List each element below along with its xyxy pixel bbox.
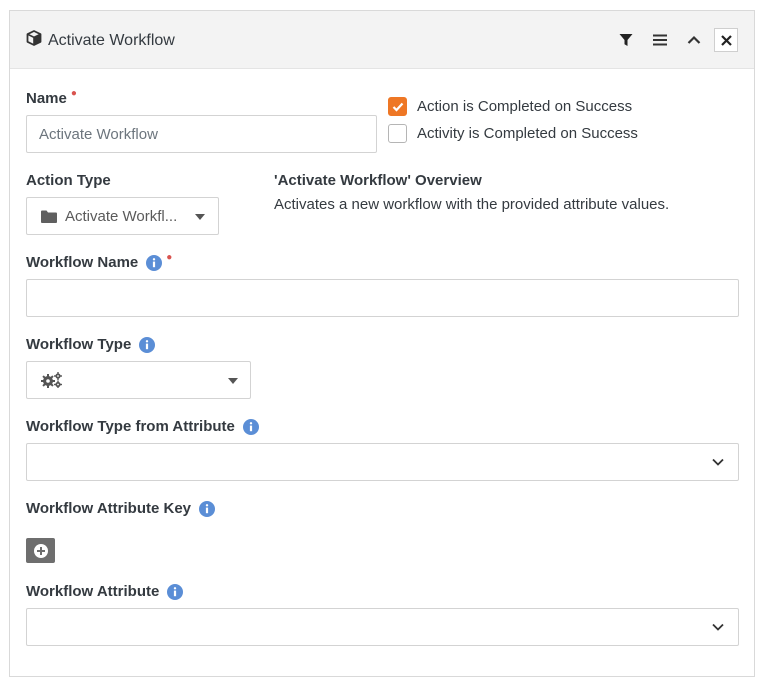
workflow-attribute-select[interactable] [26,608,739,646]
close-icon [720,34,732,46]
action-completed-checkbox[interactable] [388,97,407,116]
chevron-up-icon[interactable] [683,29,705,51]
add-attribute-key-button[interactable] [26,538,55,563]
info-icon[interactable] [139,336,156,353]
hamburger-icon[interactable] [649,29,671,51]
caret-down-icon [228,378,238,384]
activity-completed-label: Activity is Completed on Success [417,125,638,142]
action-type-label: Action Type [26,172,111,189]
name-label: Name ● [26,88,77,107]
workflow-type-picker[interactable] [26,361,251,399]
workflow-attribute-key-label: Workflow Attribute Key [26,500,216,517]
panel-header: Activate Workflow [10,11,754,69]
workflow-name-label-text: Workflow Name [26,254,139,271]
info-icon[interactable] [199,500,216,517]
cube-icon [26,30,42,51]
workflow-attribute-label-text: Workflow Attribute [26,583,160,600]
filter-icon[interactable] [615,29,637,51]
name-label-text: Name [26,90,67,107]
overview-description: Activates a new workflow with the provid… [274,196,670,213]
gears-icon [41,372,63,388]
panel-title: Activate Workflow [48,31,175,49]
info-icon[interactable] [242,418,259,435]
chevron-down-icon [712,623,724,631]
caret-down-icon [195,214,205,220]
name-input[interactable]: Activate Workflow [26,115,377,153]
activity-completed-checkbox-row[interactable]: Activity is Completed on Success [388,124,638,143]
workflow-name-input[interactable] [26,279,739,317]
panel-title-group: Activate Workflow [26,30,175,51]
workflow-attribute-label: Workflow Attribute [26,583,184,600]
overview-title: 'Activate Workflow' Overview [274,172,482,189]
workflow-type-from-attribute-label-text: Workflow Type from Attribute [26,418,235,435]
workflow-action-panel: Activate Workflow Name ● Activate Workfl… [9,10,755,677]
action-type-value: Activate Workfl... [65,207,178,225]
plus-circle-icon [33,543,48,558]
info-icon[interactable] [167,583,184,600]
workflow-type-label: Workflow Type [26,336,156,353]
action-completed-label: Action is Completed on Success [417,98,633,115]
workflow-type-label-text: Workflow Type [26,336,132,353]
info-icon[interactable] [146,254,163,271]
workflow-type-from-attribute-label: Workflow Type from Attribute [26,418,259,435]
workflow-name-label: Workflow Name ● [26,252,173,271]
close-button[interactable] [714,28,738,52]
folder-icon [41,210,57,223]
action-type-picker[interactable]: Activate Workfl... [26,197,219,235]
required-indicator: ● [166,252,173,263]
chevron-down-icon [712,458,724,466]
workflow-type-from-attribute-select[interactable] [26,443,739,481]
check-icon [392,102,403,112]
action-completed-checkbox-row[interactable]: Action is Completed on Success [388,97,632,116]
activity-completed-checkbox[interactable] [388,124,407,143]
required-indicator: ● [70,88,77,99]
workflow-attribute-key-label-text: Workflow Attribute Key [26,500,192,517]
